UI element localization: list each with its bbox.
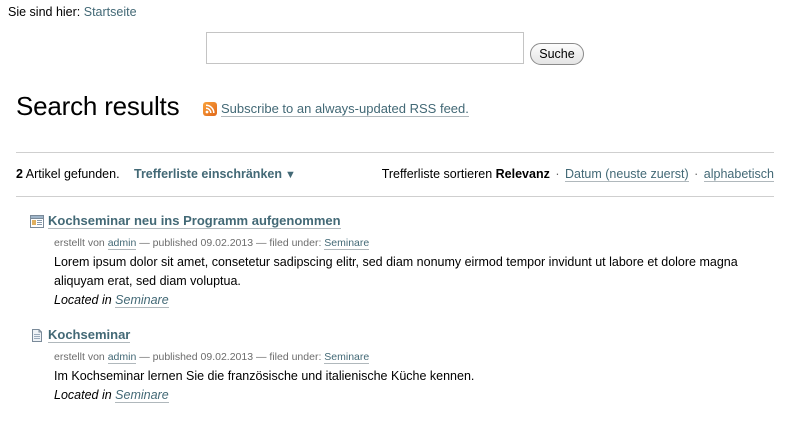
breadcrumb: Sie sind hier: Startseite xyxy=(8,5,137,19)
result-title-row: Kochseminar neu ins Programm aufgenommen xyxy=(30,213,770,229)
author-link[interactable]: admin xyxy=(107,351,137,364)
result-location: Located in Seminare xyxy=(54,386,770,405)
category-link[interactable]: Seminare xyxy=(324,237,370,250)
sort-separator: · xyxy=(555,167,560,181)
news-item-icon xyxy=(30,214,44,228)
sort-options: Trefferliste sortieren Relevanz · Datum … xyxy=(381,167,774,182)
sort-separator: · xyxy=(694,167,699,181)
divider-top xyxy=(16,152,774,153)
search-button[interactable]: Suche xyxy=(530,43,584,65)
result-description: Im Kochseminar lernen Sie die französisc… xyxy=(54,369,475,383)
rss-feed-icon[interactable] xyxy=(203,102,217,116)
sort-by-date-link[interactable]: Datum (neuste zuerst) xyxy=(564,167,689,182)
sort-label: Trefferliste sortieren xyxy=(381,167,493,181)
byline-prefix: erstellt von xyxy=(54,351,105,363)
result-title-link[interactable]: Kochseminar neu ins Programm aufgenommen xyxy=(48,213,341,229)
results-count-number: 2 xyxy=(16,167,23,181)
page-title: Search results xyxy=(16,91,180,121)
search-input[interactable] xyxy=(207,33,523,63)
breadcrumb-prefix: Sie sind hier: xyxy=(8,5,81,19)
located-prefix: Located in xyxy=(54,388,112,402)
located-folder-link[interactable]: Seminare xyxy=(115,388,169,403)
divider-bottom xyxy=(16,196,774,197)
sort-alphabetical-link[interactable]: alphabetisch xyxy=(703,167,774,182)
byline-published: — published 09.02.2013 — filed under: xyxy=(139,351,322,363)
results-count: 2 Artikel gefunden. xyxy=(16,167,120,181)
refine-results-toggle[interactable]: Trefferliste einschränken ▼ xyxy=(134,167,296,181)
rss-subscribe: Subscribe to an always-updated RSS feed. xyxy=(203,101,469,117)
category-link[interactable]: Seminare xyxy=(324,351,370,364)
breadcrumb-home-link[interactable]: Startseite xyxy=(84,5,137,19)
search-result-item: Kochseminar neu ins Programm aufgenommen… xyxy=(30,213,770,310)
sort-current-relevance: Relevanz xyxy=(495,167,550,181)
results-count-label: Artikel gefunden. xyxy=(25,167,120,181)
search-field-wrapper xyxy=(206,32,524,64)
result-byline: erstellt von admin — published 09.02.201… xyxy=(54,351,770,364)
search-result-item: Kochseminar erstellt von admin — publish… xyxy=(30,327,770,405)
author-link[interactable]: admin xyxy=(107,237,137,250)
located-prefix: Located in xyxy=(54,293,112,307)
result-byline: erstellt von admin — published 09.02.201… xyxy=(54,237,770,250)
located-folder-link[interactable]: Seminare xyxy=(115,293,169,308)
byline-prefix: erstellt von xyxy=(54,237,105,249)
result-title-link[interactable]: Kochseminar xyxy=(48,327,131,343)
refine-results-label: Trefferliste einschränken xyxy=(134,167,282,181)
byline-published: — published 09.02.2013 — filed under: xyxy=(139,237,322,249)
result-location: Located in Seminare xyxy=(54,291,770,310)
result-description: Lorem ipsum dolor sit amet, consetetur s… xyxy=(54,255,738,288)
result-title-row: Kochseminar xyxy=(30,327,770,343)
triangle-down-icon: ▼ xyxy=(284,169,296,181)
rss-subscribe-link[interactable]: Subscribe to an always-updated RSS feed. xyxy=(221,101,469,117)
page-document-icon xyxy=(32,328,42,342)
